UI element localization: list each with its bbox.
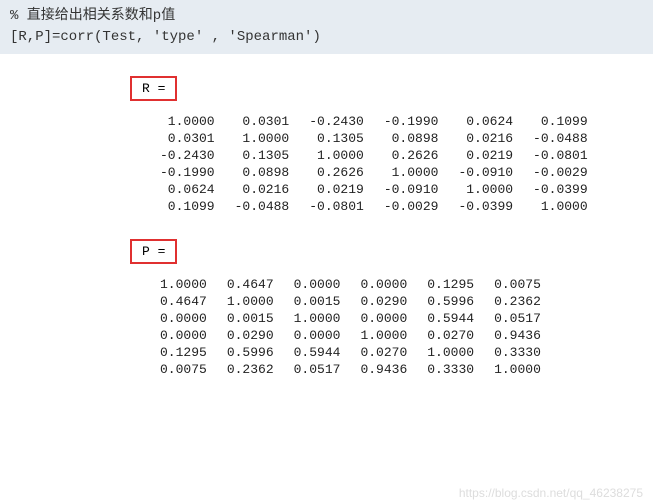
table-cell: 0.0898 — [225, 164, 300, 181]
watermark: https://blog.csdn.net/qq_46238275 — [459, 486, 643, 500]
table-cell: 0.0301 — [225, 113, 300, 130]
table-cell: 0.3330 — [484, 344, 551, 361]
code-call: [R,P]=corr(Test, 'type' , 'Spearman') — [10, 27, 643, 48]
table-cell: 0.3330 — [417, 361, 484, 378]
table-cell: -0.0801 — [299, 198, 374, 215]
table-cell: 0.0015 — [217, 310, 284, 327]
table-cell: 1.0000 — [150, 276, 217, 293]
table-cell: 0.0290 — [217, 327, 284, 344]
table-cell: 0.0270 — [350, 344, 417, 361]
table-cell: 0.0075 — [484, 276, 551, 293]
table-cell: 0.0290 — [350, 293, 417, 310]
table-cell: -0.0029 — [523, 164, 598, 181]
table-cell: 1.0000 — [299, 147, 374, 164]
table-row: 0.1295 0.5996 0.5944 0.0270 1.0000 0.333… — [150, 344, 551, 361]
table-cell: 0.0219 — [448, 147, 523, 164]
table-cell: 0.0015 — [284, 293, 351, 310]
code-header: % 直接给出相关系数和p值 [R,P]=corr(Test, 'type' , … — [0, 0, 653, 54]
table-cell: 1.0000 — [350, 327, 417, 344]
table-cell: 0.0000 — [150, 327, 217, 344]
table-row: 0.0301 1.0000 0.1305 0.0898 0.0216-0.048… — [150, 130, 598, 147]
table-cell: 0.5996 — [417, 293, 484, 310]
table-cell: 0.0216 — [225, 181, 300, 198]
table-cell: 0.1305 — [299, 130, 374, 147]
label-R: R = — [130, 76, 177, 101]
table-cell: 0.2362 — [217, 361, 284, 378]
table-cell: 0.2626 — [374, 147, 449, 164]
code-comment: % 直接给出相关系数和p值 — [10, 6, 643, 27]
table-cell: 0.5996 — [217, 344, 284, 361]
table-row: 1.0000 0.0301-0.2430-0.1990 0.0624 0.109… — [150, 113, 598, 130]
table-cell: 0.0624 — [150, 181, 225, 198]
table-cell: 0.1099 — [150, 198, 225, 215]
table-cell: -0.0488 — [523, 130, 598, 147]
table-cell: 1.0000 — [284, 310, 351, 327]
table-cell: 1.0000 — [374, 164, 449, 181]
table-cell: 0.0517 — [284, 361, 351, 378]
table-row: 1.0000 0.4647 0.0000 0.0000 0.1295 0.007… — [150, 276, 551, 293]
table-cell: 1.0000 — [448, 181, 523, 198]
table-cell: 0.5944 — [417, 310, 484, 327]
table-row: 0.0000 0.0015 1.0000 0.0000 0.5944 0.051… — [150, 310, 551, 327]
table-row: 0.1099-0.0488-0.0801-0.0029-0.0399 1.000… — [150, 198, 598, 215]
table-cell: 0.9436 — [484, 327, 551, 344]
table-cell: 1.0000 — [150, 113, 225, 130]
table-cell: 1.0000 — [217, 293, 284, 310]
label-P: P = — [130, 239, 177, 264]
table-cell: 0.0517 — [484, 310, 551, 327]
table-cell: -0.0801 — [523, 147, 598, 164]
table-cell: 0.0270 — [417, 327, 484, 344]
table-cell: 0.0075 — [150, 361, 217, 378]
table-cell: 1.0000 — [225, 130, 300, 147]
table-cell: -0.0910 — [374, 181, 449, 198]
table-cell: 0.0000 — [350, 310, 417, 327]
table-cell: -0.0399 — [448, 198, 523, 215]
table-cell: -0.0910 — [448, 164, 523, 181]
table-cell: -0.2430 — [150, 147, 225, 164]
matrix-P: 1.0000 0.4647 0.0000 0.0000 0.1295 0.007… — [150, 276, 551, 378]
table-cell: 0.0219 — [299, 181, 374, 198]
table-row: -0.2430 0.1305 1.0000 0.2626 0.0219-0.08… — [150, 147, 598, 164]
table-cell: -0.0029 — [374, 198, 449, 215]
table-cell: 0.5944 — [284, 344, 351, 361]
table-cell: 0.1099 — [523, 113, 598, 130]
table-cell: -0.1990 — [374, 113, 449, 130]
table-row: 0.0624 0.0216 0.0219-0.0910 1.0000-0.039… — [150, 181, 598, 198]
table-cell: 0.0000 — [284, 276, 351, 293]
table-row: 0.0000 0.0290 0.0000 1.0000 0.0270 0.943… — [150, 327, 551, 344]
table-cell: -0.1990 — [150, 164, 225, 181]
table-cell: 0.4647 — [150, 293, 217, 310]
table-row: 0.0075 0.2362 0.0517 0.9436 0.3330 1.000… — [150, 361, 551, 378]
table-cell: 0.0624 — [448, 113, 523, 130]
table-cell: 0.2362 — [484, 293, 551, 310]
table-row: 0.4647 1.0000 0.0015 0.0290 0.5996 0.236… — [150, 293, 551, 310]
table-cell: 0.0216 — [448, 130, 523, 147]
table-cell: 0.1295 — [150, 344, 217, 361]
table-cell: 0.1295 — [417, 276, 484, 293]
table-cell: -0.2430 — [299, 113, 374, 130]
table-cell: 0.1305 — [225, 147, 300, 164]
table-cell: 0.9436 — [350, 361, 417, 378]
table-row: -0.1990 0.0898 0.2626 1.0000-0.0910-0.00… — [150, 164, 598, 181]
table-cell: 1.0000 — [523, 198, 598, 215]
table-cell: -0.0399 — [523, 181, 598, 198]
table-cell: 0.0301 — [150, 130, 225, 147]
table-cell: 0.0000 — [350, 276, 417, 293]
matrix-R: 1.0000 0.0301-0.2430-0.1990 0.0624 0.109… — [150, 113, 598, 215]
table-cell: 0.2626 — [299, 164, 374, 181]
table-cell: 0.4647 — [217, 276, 284, 293]
output-area: R = 1.0000 0.0301-0.2430-0.1990 0.0624 0… — [0, 54, 653, 400]
table-cell: 0.0000 — [284, 327, 351, 344]
table-cell: 0.0898 — [374, 130, 449, 147]
table-cell: 1.0000 — [417, 344, 484, 361]
table-cell: 1.0000 — [484, 361, 551, 378]
table-cell: -0.0488 — [225, 198, 300, 215]
table-cell: 0.0000 — [150, 310, 217, 327]
